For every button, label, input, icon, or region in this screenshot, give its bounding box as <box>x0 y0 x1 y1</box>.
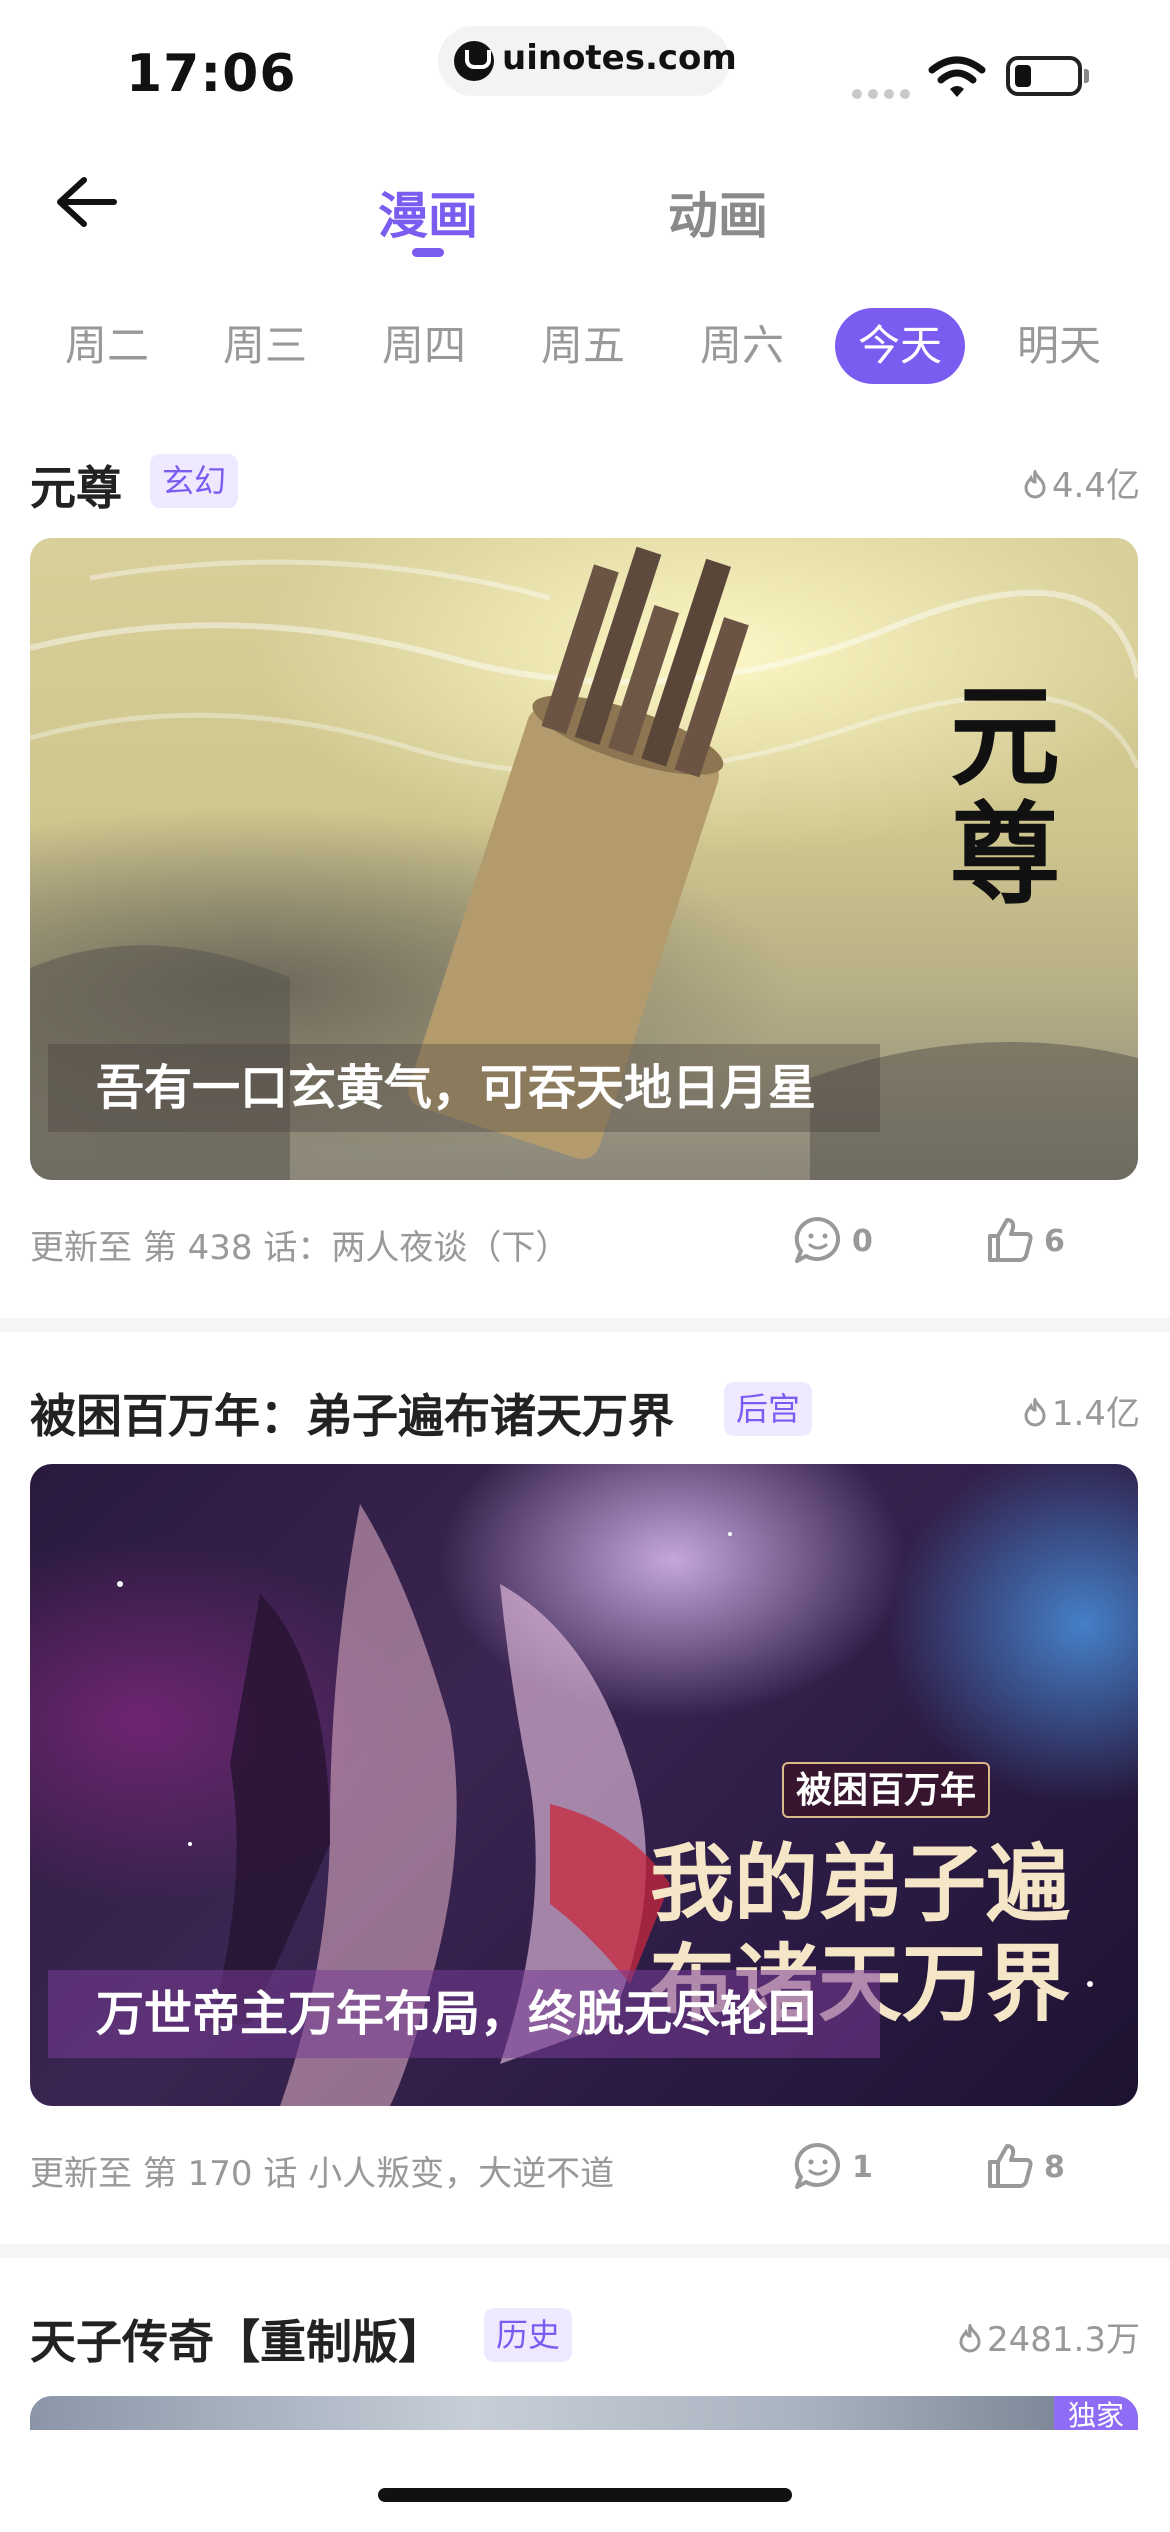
tab-anime[interactable]: 动画 <box>668 176 768 248</box>
flame-icon <box>1024 1398 1046 1427</box>
comic-title[interactable]: 被困百万年：弟子遍布诸天万界 <box>30 1380 674 1446</box>
flame-icon <box>1024 470 1046 499</box>
section-divider <box>0 2244 1170 2258</box>
status-time: 17:06 <box>126 44 297 104</box>
genre-badge: 后宫 <box>724 1382 813 1436</box>
back-arrow-icon[interactable] <box>52 172 122 232</box>
comment-icon <box>794 1216 841 1263</box>
cover-caption: 吾有一口玄黄气，可吞天地日月星 <box>48 1044 881 1132</box>
battery-cap <box>1084 69 1089 83</box>
day-tab[interactable]: 周五 <box>518 308 648 384</box>
comic-header: 元尊 玄幻 4.4亿 <box>30 448 1140 518</box>
popularity-count: 2481.3万 <box>957 2312 1140 2361</box>
bottom-safe-area <box>0 2430 1170 2532</box>
thumbs-up-icon <box>988 2144 1033 2188</box>
comic-header: 被困百万年：弟子遍布诸天万界 后宫 1.4亿 <box>30 1376 1140 1446</box>
url-pill[interactable]: uinotes.com <box>438 26 737 96</box>
flame-icon <box>959 2324 981 2353</box>
section-divider <box>0 1318 1170 1332</box>
comic-cover[interactable]: 独家 <box>30 2396 1138 2430</box>
exclusive-badge: 独家 <box>1053 2396 1138 2430</box>
cover-caption: 万世帝主万年布局，终脱无尽轮回 <box>48 1970 881 2058</box>
popularity-value: 1.4亿 <box>1051 1394 1140 1434</box>
latest-update[interactable]: 更新至 第 438 话：两人夜谈（下） <box>30 1220 569 1269</box>
comic-title[interactable]: 天子传奇【重制版】 <box>30 2306 444 2372</box>
wifi-icon <box>928 56 986 97</box>
tab-manga[interactable]: 漫画 <box>378 176 478 248</box>
day-tab[interactable]: 周四 <box>359 308 489 384</box>
active-tab-indicator <box>412 248 444 257</box>
popularity-value: 4.4亿 <box>1051 466 1140 506</box>
popularity-count: 4.4亿 <box>1022 458 1140 507</box>
comment-count: 0 <box>852 1224 873 1259</box>
day-tab[interactable]: 明天 <box>994 308 1124 384</box>
thumbs-up-icon <box>988 1218 1033 1262</box>
battery-icon <box>1006 56 1082 96</box>
cover-art-title: 元尊 <box>950 672 1060 919</box>
day-tab[interactable]: 周三 <box>200 308 330 384</box>
site-logo-icon <box>454 41 494 81</box>
comic-cover[interactable]: 被困百万年 我的弟子遍布诸天万界 万世帝主万年布局，终脱无尽轮回 <box>30 1464 1138 2106</box>
genre-badge: 历史 <box>484 2308 573 2362</box>
comic-cover[interactable]: 元尊 吾有一口玄黄气，可吞天地日月星 <box>30 538 1138 1180</box>
cellular-signal-icon <box>852 84 916 103</box>
comic-title[interactable]: 元尊 <box>30 452 122 518</box>
comic-meta-row: 更新至 第 438 话：两人夜谈（下） 0 6 <box>30 1212 1140 1272</box>
comment-count: 1 <box>852 2150 873 2185</box>
genre-badge: 玄幻 <box>150 454 239 508</box>
home-indicator[interactable] <box>378 2488 792 2502</box>
like-count: 8 <box>1044 2150 1065 2185</box>
day-tab[interactable]: 周二 <box>42 308 172 384</box>
url-text: uinotes.com <box>502 38 737 78</box>
comic-meta-row: 更新至 第 170 话 小人叛变，大逆不道 1 8 <box>30 2138 1140 2198</box>
cover-art-subtitle: 被困百万年 <box>782 1762 991 1818</box>
popularity-count: 1.4亿 <box>1022 1386 1140 1435</box>
comment-icon <box>794 2142 841 2189</box>
comic-header: 天子传奇【重制版】 历史 2481.3万 <box>30 2302 1140 2372</box>
latest-update[interactable]: 更新至 第 170 话 小人叛变，大逆不道 <box>30 2146 614 2195</box>
like-count: 6 <box>1044 1224 1065 1259</box>
popularity-value: 2481.3万 <box>987 2320 1140 2360</box>
status-bar: 17:06 uinotes.com <box>0 0 1170 140</box>
day-tab[interactable]: 周六 <box>677 308 807 384</box>
day-tab-today[interactable]: 今天 <box>835 308 965 384</box>
